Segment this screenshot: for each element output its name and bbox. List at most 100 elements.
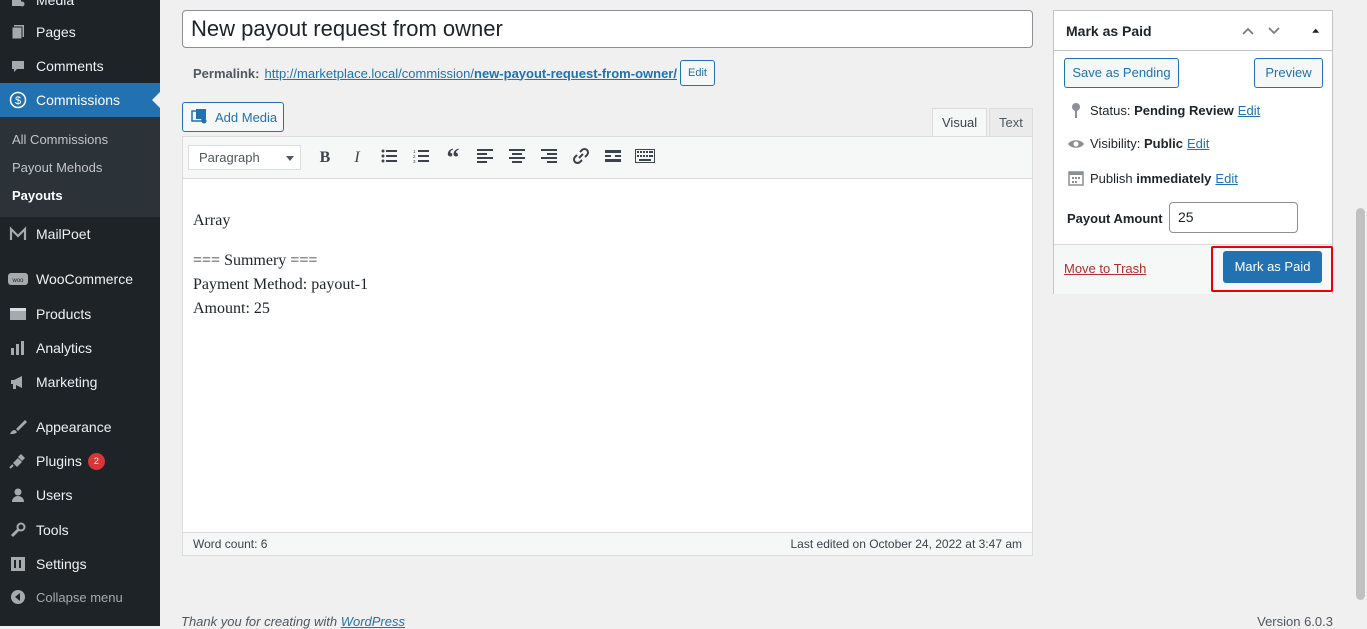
media-icon (0, 0, 36, 8)
align-left-button[interactable] (469, 143, 501, 173)
publish-value: immediately (1136, 170, 1212, 186)
align-left-icon (477, 149, 493, 166)
box-header: Mark as Paid (1054, 11, 1332, 51)
brush-icon (0, 419, 36, 435)
tools-icon (0, 522, 36, 538)
svg-text:$: $ (15, 95, 21, 107)
edit-status-link[interactable]: Edit (1238, 103, 1260, 118)
submenu-payouts[interactable]: Payouts (12, 188, 63, 203)
footer-thanks: Thank you for creating with WordPress (181, 614, 405, 629)
sidebar-item-users[interactable]: Users (0, 478, 160, 512)
box-title: Mark as Paid (1066, 22, 1152, 39)
collapse-icon (0, 589, 36, 605)
plugins-update-badge: 2 (87, 452, 105, 470)
add-media-button[interactable]: Add Media (182, 102, 284, 132)
tab-visual[interactable]: Visual (932, 108, 988, 137)
editor-toolbar: Paragraph B I 123 “ (183, 137, 1032, 179)
sidebar-item-pages[interactable]: Pages (0, 15, 160, 49)
sidebar-item-appearance[interactable]: Appearance (0, 410, 160, 444)
sidebar-item-marketing[interactable]: Marketing (0, 365, 160, 399)
visibility-value: Public (1143, 136, 1183, 151)
word-count: Word count: 6 (193, 537, 268, 551)
post-title-input[interactable]: New payout request from owner (182, 10, 1033, 48)
chevron-up-icon[interactable] (1240, 23, 1256, 39)
save-as-pending-button[interactable]: Save as Pending (1064, 58, 1179, 88)
plugin-icon (0, 453, 36, 469)
mailpoet-icon (0, 226, 36, 242)
megaphone-icon (0, 374, 36, 390)
align-center-button[interactable] (501, 143, 533, 173)
align-right-icon (541, 149, 557, 166)
italic-icon: I (354, 148, 360, 166)
move-to-trash-link[interactable]: Move to Trash (1064, 261, 1146, 276)
content-line: Payment Method: payout-1 (193, 276, 369, 293)
mark-as-paid-button[interactable]: Mark as Paid (1223, 251, 1322, 283)
permalink-label: Permalink: (193, 65, 260, 81)
analytics-icon (0, 340, 36, 356)
read-more-icon (605, 150, 621, 165)
preview-button[interactable]: Preview (1254, 58, 1323, 88)
status-value: Pending Review (1134, 102, 1234, 118)
svg-text:3: 3 (413, 159, 416, 163)
sidebar-item-comments[interactable]: Comments (0, 49, 160, 83)
collapse-toggle-icon[interactable] (1308, 23, 1324, 39)
add-media-icon (191, 108, 209, 127)
sidebar-item-mailpoet[interactable]: MailPoet (0, 217, 160, 251)
sidebar-item-analytics[interactable]: Analytics (0, 331, 160, 365)
payout-amount-label: Payout Amount (1067, 211, 1163, 226)
dollar-icon: $ (0, 91, 36, 109)
pin-icon (1066, 102, 1086, 118)
content-line: Amount: 25 (193, 300, 270, 317)
editor-body[interactable]: Array === Summery === Payment Method: pa… (183, 179, 1032, 321)
calendar-icon (1066, 170, 1086, 186)
collapse-menu-button[interactable]: Collapse menu (0, 580, 160, 614)
edit-publish-date-link[interactable]: Edit (1215, 171, 1237, 186)
align-right-button[interactable] (533, 143, 565, 173)
status-row: Status: Pending Review Edit (1066, 102, 1260, 118)
scroll-thumb[interactable] (1356, 208, 1365, 600)
visibility-row: Visibility: Public Edit (1066, 136, 1209, 151)
pages-icon (0, 24, 36, 40)
sidebar-item-settings[interactable]: Settings (0, 547, 160, 581)
admin-sidebar: Media Pages Comments $ Commissions All C… (0, 0, 160, 626)
svg-text:woo: woo (11, 278, 24, 284)
tab-text[interactable]: Text (989, 108, 1033, 137)
sidebar-item-tools[interactable]: Tools (0, 513, 160, 547)
sidebar-item-plugins[interactable]: Plugins 2 (0, 444, 160, 478)
sidebar-item-woocommerce[interactable]: woo WooCommerce (0, 262, 160, 296)
publish-date-row: Publish immediately Edit (1066, 170, 1238, 186)
keyboard-icon (635, 149, 655, 166)
users-icon (0, 487, 36, 503)
bullet-list-button[interactable] (373, 143, 405, 173)
align-center-icon (509, 149, 525, 166)
bold-button[interactable]: B (309, 143, 341, 173)
content-editor: Paragraph B I 123 “ Array === Summery ==… (182, 136, 1033, 556)
page-scrollbar[interactable] (1355, 0, 1367, 626)
toolbar-toggle-button[interactable] (629, 143, 661, 173)
link-icon (572, 147, 590, 168)
editor-status-bar: Word count: 6 Last edited on October 24,… (183, 532, 1032, 555)
submenu-payout-methods[interactable]: Payout Mehods (12, 160, 102, 175)
submenu-all-commissions[interactable]: All Commissions (12, 132, 108, 147)
wordpress-link[interactable]: WordPress (341, 614, 405, 629)
blockquote-button[interactable]: “ (437, 143, 469, 173)
last-edited: Last edited on October 24, 2022 at 3:47 … (790, 537, 1023, 551)
content-line: === Summery === (193, 252, 318, 269)
chevron-down-icon[interactable] (1266, 23, 1282, 39)
sidebar-item-commissions[interactable]: $ Commissions (0, 83, 160, 117)
format-select[interactable]: Paragraph (188, 145, 301, 170)
sidebar-item-products[interactable]: Products (0, 297, 160, 331)
settings-icon (0, 556, 36, 572)
permalink-edit-button[interactable]: Edit (679, 60, 715, 86)
numbered-list-button[interactable]: 123 (405, 143, 437, 173)
eye-icon (1066, 138, 1086, 150)
permalink-link[interactable]: http://marketplace.local/commission/new-… (264, 66, 677, 81)
payout-amount-input[interactable]: 25 (1169, 202, 1298, 233)
edit-visibility-link[interactable]: Edit (1187, 136, 1209, 151)
italic-button[interactable]: I (341, 143, 373, 173)
comments-icon (0, 58, 36, 74)
insert-link-button[interactable] (565, 143, 597, 173)
read-more-button[interactable] (597, 143, 629, 173)
numbered-list-icon: 123 (413, 149, 429, 166)
products-icon (0, 306, 36, 322)
